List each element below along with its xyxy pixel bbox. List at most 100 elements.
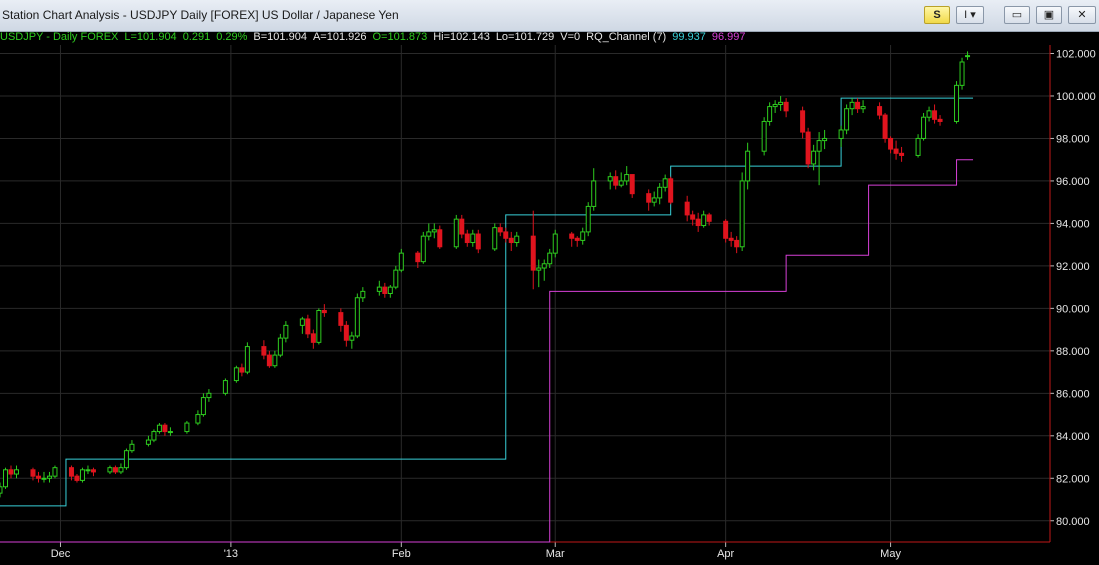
candle-body bbox=[354, 297, 360, 337]
candle-body bbox=[822, 137, 828, 142]
candle-body bbox=[536, 267, 542, 271]
candle-body bbox=[783, 101, 789, 112]
candle-body bbox=[184, 422, 190, 433]
minimize-icon[interactable]: ▭ bbox=[1004, 6, 1030, 24]
window-title: Station Chart Analysis - USDJPY Daily [F… bbox=[2, 8, 399, 22]
candle-body bbox=[453, 218, 459, 248]
candle-body bbox=[393, 269, 399, 288]
candle-body bbox=[937, 118, 943, 122]
candle-body bbox=[805, 131, 811, 165]
candle-body bbox=[470, 233, 476, 244]
legend-high: Hi=102.143 bbox=[433, 31, 490, 43]
legend-low: Lo=101.729 bbox=[495, 31, 555, 43]
candle-body bbox=[800, 110, 806, 133]
i-dropdown-button[interactable]: I ▾ bbox=[956, 6, 984, 24]
candle-body bbox=[613, 176, 619, 186]
candle-body bbox=[497, 227, 503, 233]
candle-body bbox=[569, 233, 575, 239]
legend-lower-value: 96.997 bbox=[711, 31, 746, 43]
candle-body bbox=[574, 237, 580, 241]
y-tick-label: 86.000 bbox=[1056, 388, 1090, 400]
candle-body bbox=[882, 114, 888, 139]
x-tick-label: Feb bbox=[392, 548, 411, 560]
candle-body bbox=[360, 290, 366, 299]
candle-body bbox=[79, 469, 85, 481]
candle-body bbox=[514, 235, 520, 244]
s-button[interactable]: S bbox=[924, 6, 950, 24]
candle-body bbox=[316, 309, 322, 343]
y-tick-label: 98.000 bbox=[1056, 133, 1090, 145]
legend-volume: V=0 bbox=[560, 31, 581, 43]
candle-body bbox=[52, 467, 58, 477]
candle-body bbox=[954, 84, 960, 122]
legend-last: L=101.904 bbox=[124, 31, 177, 43]
candle-body bbox=[431, 229, 437, 233]
x-tick-label: '13 bbox=[224, 548, 238, 560]
y-tick-label: 80.000 bbox=[1056, 516, 1090, 528]
candle-body bbox=[690, 214, 696, 220]
candle-body bbox=[926, 110, 932, 118]
candle-body bbox=[761, 120, 767, 152]
candle-body bbox=[277, 337, 283, 356]
candle-body bbox=[530, 235, 536, 271]
candle-body bbox=[343, 324, 349, 341]
candle-body bbox=[420, 235, 426, 263]
candle-body bbox=[0, 486, 3, 494]
candle-body bbox=[398, 252, 404, 271]
candle-body bbox=[668, 178, 674, 203]
price-chart[interactable]: 102.000 100.000 98.000 96.000 94.000 92.000 90… bbox=[0, 45, 1099, 565]
candle-body bbox=[261, 346, 267, 356]
candle-body bbox=[475, 233, 481, 250]
candle-body bbox=[90, 469, 96, 473]
candle-body bbox=[816, 140, 822, 152]
candle-body bbox=[591, 180, 597, 207]
candle-body bbox=[508, 237, 514, 244]
candle-body bbox=[162, 424, 168, 433]
legend-open: O=101.873 bbox=[372, 31, 428, 43]
candle-body bbox=[723, 220, 729, 239]
candle-body bbox=[310, 333, 316, 343]
candle-body bbox=[129, 443, 135, 452]
candle-body bbox=[195, 414, 201, 424]
candle-body bbox=[415, 252, 421, 263]
y-tick-label: 90.000 bbox=[1056, 303, 1090, 315]
candle-body bbox=[778, 101, 784, 105]
y-tick-label: 94.000 bbox=[1056, 218, 1090, 230]
legend-change: 0.291 bbox=[182, 31, 211, 43]
candle-body bbox=[2, 469, 8, 488]
candle-body bbox=[338, 312, 344, 326]
candle-body bbox=[959, 61, 965, 86]
y-tick-label: 82.000 bbox=[1056, 473, 1090, 485]
candle-body bbox=[35, 475, 41, 479]
y-tick-label: 100.000 bbox=[1056, 91, 1096, 103]
candle-body bbox=[68, 467, 74, 477]
close-icon[interactable]: ✕ bbox=[1068, 6, 1096, 24]
legend-bid: B=101.904 bbox=[253, 31, 307, 43]
candle-body bbox=[145, 439, 151, 445]
candle-body bbox=[728, 237, 734, 241]
candle-body bbox=[426, 231, 432, 237]
candle-body bbox=[206, 392, 212, 399]
candle-body bbox=[8, 469, 14, 475]
candle-body bbox=[437, 229, 443, 248]
candle-body bbox=[283, 324, 289, 339]
maximize-icon[interactable]: ▣ bbox=[1036, 6, 1062, 24]
candle-body bbox=[222, 380, 228, 394]
candle-body bbox=[585, 205, 591, 233]
candle-body bbox=[921, 116, 927, 139]
candle-body bbox=[965, 55, 971, 58]
candle-body bbox=[382, 286, 388, 294]
candle-body bbox=[662, 178, 668, 188]
candle-body bbox=[299, 318, 305, 326]
candle-body bbox=[547, 252, 553, 265]
candle-body bbox=[767, 106, 773, 122]
y-tick-label: 84.000 bbox=[1056, 431, 1090, 443]
y-tick-label: 92.000 bbox=[1056, 261, 1090, 273]
candle-body bbox=[492, 227, 498, 250]
candle-body bbox=[580, 231, 586, 241]
candle-body bbox=[695, 218, 701, 227]
candle-body bbox=[118, 467, 124, 473]
chart-legend: USDJPY - Daily FOREX L=101.904 0.291 0.29% B… bbox=[0, 31, 760, 45]
candle-body bbox=[624, 174, 630, 182]
y-tick-label: 88.000 bbox=[1056, 346, 1090, 358]
